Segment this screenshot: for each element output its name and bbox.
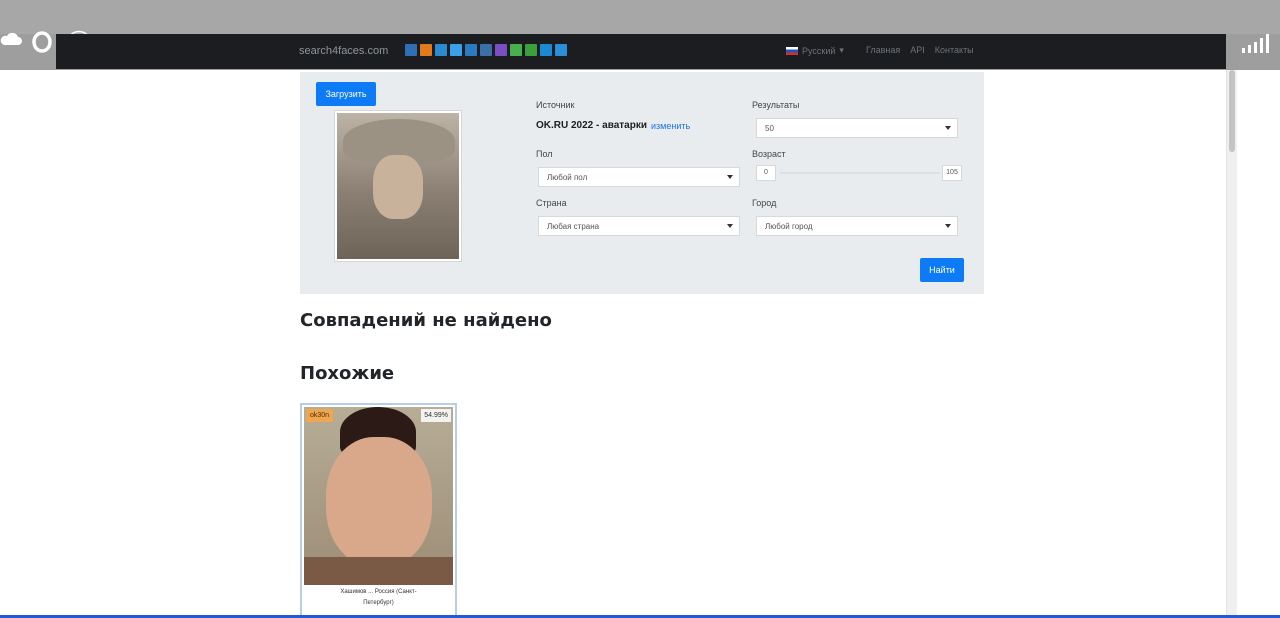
page-scrollbar[interactable]	[1226, 70, 1237, 618]
gender-value: Любой пол	[547, 173, 588, 182]
result-photo[interactable]	[304, 407, 453, 585]
chevron-down-icon	[727, 224, 733, 228]
viber-icon[interactable]	[495, 44, 507, 56]
russian-flag-icon	[786, 46, 798, 55]
city-select[interactable]: Любой город	[756, 216, 958, 236]
nav-link-home[interactable]: Главная	[866, 45, 900, 55]
chevron-down-icon: ▾	[839, 45, 844, 55]
vk-icon[interactable]	[405, 44, 417, 56]
share-icon[interactable]	[480, 44, 492, 56]
os-top-strip	[0, 0, 1280, 34]
telegram-icon[interactable]	[555, 44, 567, 56]
similarity-badge: 54.99%	[421, 409, 451, 422]
language-dropdown[interactable]: Русский ▾	[786, 45, 844, 56]
ok-icon[interactable]	[420, 44, 432, 56]
results-label: Результаты	[752, 100, 800, 110]
site-navbar: search4faces.com Русский ▾ Главная API К…	[56, 34, 1226, 69]
source-label: Источник	[536, 100, 575, 110]
chevron-down-icon	[945, 224, 951, 228]
facebook-icon[interactable]	[465, 44, 477, 56]
whatsapp-icon[interactable]	[510, 44, 522, 56]
source-value: OK.RU 2022 - аватарки	[536, 120, 647, 131]
age-max-input[interactable]: 105	[942, 165, 962, 181]
search-button[interactable]: Найти	[920, 258, 964, 282]
change-source-link[interactable]: изменить	[651, 121, 690, 131]
upload-button[interactable]: Загрузить	[316, 82, 376, 106]
age-min-input[interactable]: 0	[756, 165, 776, 181]
nav-link-api[interactable]: API	[910, 45, 925, 55]
age-label: Возраст	[752, 149, 786, 159]
signal-strength-icon	[1242, 34, 1269, 53]
caption-line: Хашимов ... Россия (Санкт-	[340, 589, 417, 595]
skype-icon[interactable]	[540, 44, 552, 56]
city-label: Город	[752, 198, 777, 208]
twitter-icon[interactable]	[450, 44, 462, 56]
uploaded-photo	[334, 110, 462, 262]
similar-heading: Похожие	[300, 363, 395, 384]
city-value: Любой город	[765, 222, 813, 231]
scrollbar-thumb[interactable]	[1229, 70, 1235, 152]
results-select[interactable]: 50	[756, 118, 958, 138]
result-caption[interactable]: Хашимов ... Россия (Санкт- Петербург)	[304, 587, 453, 609]
cloud-icon[interactable]	[0, 32, 22, 46]
mail-icon[interactable]	[435, 44, 447, 56]
opera-icon[interactable]	[32, 31, 52, 53]
age-range-slider[interactable]	[780, 172, 940, 174]
source-badge: ok30n	[306, 409, 334, 422]
caption-line: Петербург)	[363, 600, 394, 606]
phone-icon[interactable]	[525, 44, 537, 56]
social-links	[405, 44, 567, 56]
gender-select[interactable]: Любой пол	[538, 167, 740, 187]
nav-links: Главная API Контакты	[866, 45, 974, 55]
no-match-heading: Совпадений не найдено	[300, 310, 552, 331]
search-form-panel: Загрузить Источник OK.RU 2022 - аватарки…	[300, 72, 984, 294]
similar-result-card[interactable]: ok30n 54.99% Хашимов ... Россия (Санкт- …	[300, 403, 457, 618]
site-brand[interactable]: search4faces.com	[299, 45, 388, 57]
country-value: Любая страна	[547, 222, 600, 231]
country-select[interactable]: Любая страна	[538, 216, 740, 236]
language-label: Русский	[802, 45, 836, 56]
gender-label: Пол	[536, 149, 553, 159]
chevron-down-icon	[945, 126, 951, 130]
nav-link-contacts[interactable]: Контакты	[935, 45, 974, 55]
results-value: 50	[765, 124, 774, 133]
country-label: Страна	[536, 198, 567, 208]
chevron-down-icon	[727, 175, 733, 179]
